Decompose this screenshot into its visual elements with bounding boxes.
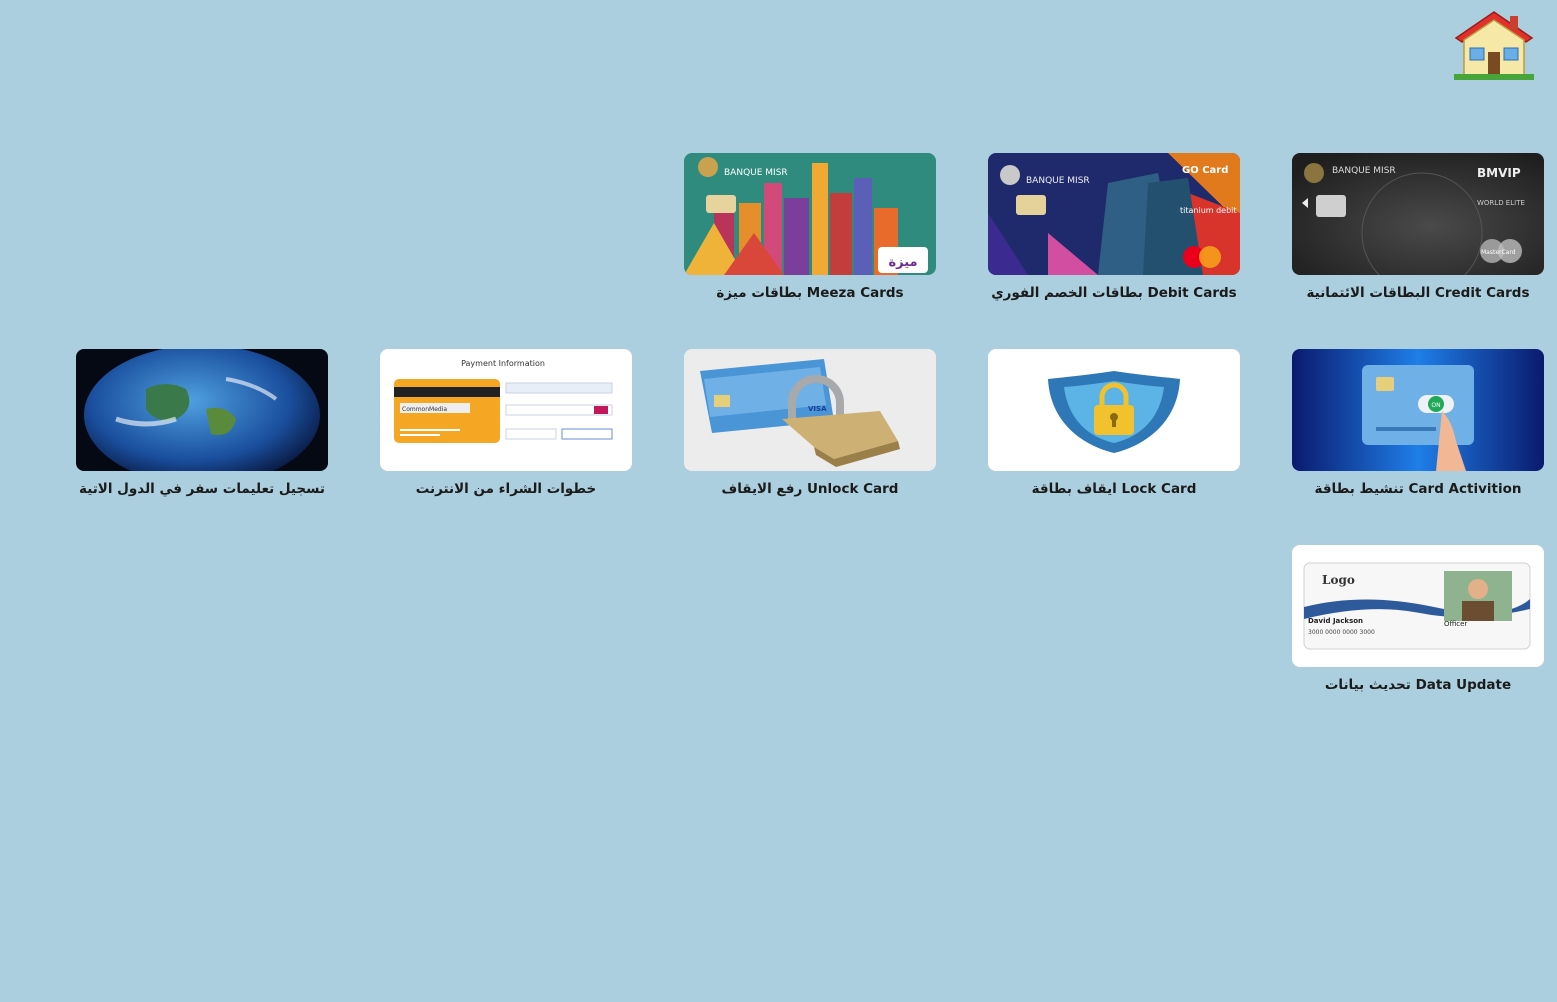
tile-data-update[interactable]: Logo David Jackson 3000 0000 0000 3000 O… — [1292, 545, 1544, 693]
tile-travel-notice[interactable]: تسجيل تعليمات سفر في الدول الاتية — [76, 349, 328, 497]
tile-label: Data Update تحديث بيانات — [1324, 677, 1512, 693]
card-brand-text: BANQUE MISR — [1026, 176, 1090, 186]
tile-card-activation[interactable]: ON Card Activition تنشيط بطاقة — [1292, 349, 1544, 497]
network-text: MasterCard — [1481, 249, 1516, 256]
card-tier-text: BMVIP — [1477, 166, 1521, 180]
meeza-logo-text: ميزة — [888, 255, 917, 270]
tile-debit-cards[interactable]: BANQUE MISR GO Card titanium debit Debit… — [988, 153, 1240, 301]
tile-label: Unlock Card رفع الايقاف — [721, 481, 899, 497]
cvv-sample-text: CommonMedia — [402, 406, 447, 413]
debit-card-image: BANQUE MISR GO Card titanium debit — [988, 153, 1240, 275]
card-tier-text: GO Card — [1182, 165, 1228, 176]
earth-globe-image — [76, 349, 328, 471]
tile-label: تسجيل تعليمات سفر في الدول الاتية — [79, 481, 325, 497]
id-role-text: Officer — [1444, 620, 1467, 628]
home-icon[interactable] — [1448, 8, 1540, 82]
id-card-image: Logo David Jackson 3000 0000 0000 3000 O… — [1292, 545, 1544, 667]
tile-lock-card[interactable]: Lock Card ايقاف بطاقة — [988, 349, 1240, 497]
card-type-text: WORLD ELITE — [1477, 199, 1525, 207]
tile-meeza-cards[interactable]: BANQUE MISR ميزة Meeza Cards بطاقات ميزة — [684, 153, 936, 301]
id-number-text: 3000 0000 0000 3000 — [1308, 629, 1375, 636]
tile-label: Debit Cards بطاقات الخصم الفوري — [991, 285, 1237, 301]
id-name-text: David Jackson — [1308, 617, 1363, 625]
meeza-card-image: BANQUE MISR ميزة — [684, 153, 936, 275]
card-type-text: titanium debit — [1180, 206, 1237, 215]
tile-label: Credit Cards البطاقات الائتمانية — [1306, 285, 1530, 301]
card-brand-text: BANQUE MISR — [1332, 166, 1396, 176]
payment-info-image: Payment Information CommonMedia — [380, 349, 632, 471]
tile-label: Meeza Cards بطاقات ميزة — [716, 285, 904, 301]
toggle-on-text: ON — [1431, 402, 1440, 409]
card-brand-text: BANQUE MISR — [724, 168, 788, 178]
tile-label: Lock Card ايقاف بطاقة — [1031, 481, 1197, 497]
tile-unlock-card[interactable]: VISA Unlock Card رفع الايقاف — [684, 349, 936, 497]
credit-card-image: BANQUE MISR BMVIP WORLD ELITE MasterCard — [1292, 153, 1544, 275]
network-text: VISA — [808, 405, 827, 413]
card-activation-image: ON — [1292, 349, 1544, 471]
tile-label: خطوات الشراء من الانترنت — [415, 481, 597, 497]
id-logo-text: Logo — [1322, 573, 1355, 587]
card-padlock-image: VISA — [684, 349, 936, 471]
tile-credit-cards[interactable]: BANQUE MISR BMVIP WORLD ELITE MasterCard… — [1292, 153, 1544, 301]
payment-heading: Payment Information — [461, 359, 545, 368]
tile-label: Card Activition تنشيط بطاقة — [1314, 481, 1522, 497]
shield-lock-icon — [988, 349, 1240, 471]
tile-online-purchase[interactable]: Payment Information CommonMedia خطوات ال… — [380, 349, 632, 497]
